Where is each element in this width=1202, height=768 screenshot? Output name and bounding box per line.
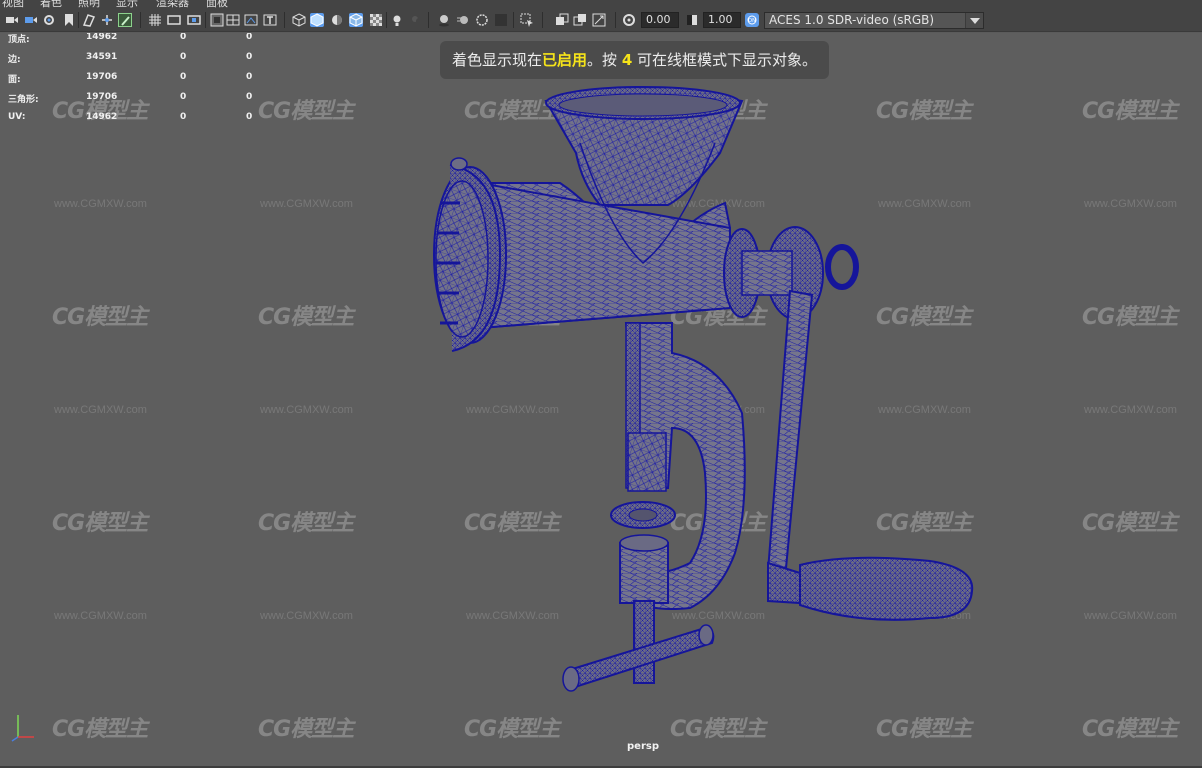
panel-toolbar: 0.00 1.00 ON ACES 1.0 SDR-video (sRGB)	[0, 8, 1202, 32]
crank-handle	[799, 556, 974, 621]
camera-attributes-icon[interactable]	[24, 13, 38, 27]
color-space-dropdown[interactable]: ACES 1.0 SDR-video (sRGB)	[764, 12, 984, 29]
screen-space-ao-icon[interactable]	[437, 13, 451, 27]
grease-pencil-icon[interactable]	[118, 13, 132, 27]
svg-text:ON: ON	[748, 18, 756, 24]
hud-row-faces: 面: 19706 0 0	[8, 72, 253, 85]
wireframe-icon[interactable]	[292, 13, 306, 27]
menu-item-shading[interactable]: 着色	[40, 0, 62, 8]
hud-row-vertices: 顶点: 14962 0 0	[8, 33, 253, 45]
resolution-gate-icon[interactable]	[187, 13, 201, 27]
clamp-screw	[633, 600, 655, 684]
hud-row-edges: 边: 34591 0 0	[8, 52, 253, 65]
depth-of-field-icon[interactable]	[494, 13, 508, 27]
image-plane-icon[interactable]	[82, 13, 96, 27]
shadows-icon[interactable]	[410, 13, 424, 27]
chevron-down-icon[interactable]	[965, 13, 983, 28]
safe-action-icon[interactable]	[244, 13, 258, 27]
menu-item-panels[interactable]: 面板	[206, 0, 228, 8]
crank-eye	[825, 244, 859, 290]
grid-icon[interactable]	[148, 13, 162, 27]
bookmark-icon[interactable]	[62, 13, 76, 27]
in-view-message: 着色显示现在已启用。按 4 可在线框模式下显示对象。	[440, 41, 830, 79]
menu-item-renderer[interactable]: 渲染器	[156, 0, 189, 8]
film-gate-icon[interactable]	[167, 13, 181, 27]
gate-mask-icon[interactable]	[210, 13, 224, 27]
hopper-mouth	[558, 93, 728, 117]
exposure-field[interactable]: 0.00	[641, 12, 679, 28]
menu-item-show[interactable]: 显示	[116, 0, 138, 8]
menu-bar: 视图 着色 照明 显示 渲染器 面板	[0, 0, 1202, 8]
exposure-icon[interactable]	[622, 13, 636, 27]
camera-scale-icon[interactable]	[592, 13, 606, 27]
xray-icon[interactable]	[369, 13, 383, 27]
safe-title-icon[interactable]	[263, 13, 277, 27]
motion-blur-icon[interactable]	[456, 13, 470, 27]
xray-joints-icon[interactable]	[555, 13, 569, 27]
xray-active-icon[interactable]	[573, 13, 587, 27]
field-chart-icon[interactable]	[226, 13, 240, 27]
hud-row-triangles: 三角形: 19706 0 0	[8, 92, 253, 105]
menu-item-view[interactable]: 视图	[2, 0, 24, 8]
viewport-persp[interactable]: CG模型主 CG模型主 CG模型主 CG模型主 CG模型主 CG模型主 CG模型主 CG模型主…	[0, 33, 1202, 768]
isolate-select-icon[interactable]	[520, 13, 534, 27]
use-lights-icon[interactable]	[390, 13, 404, 27]
camera-tumble-icon[interactable]	[42, 13, 56, 27]
camera-icon[interactable]	[5, 13, 19, 27]
menu-item-lighting[interactable]: 照明	[78, 0, 100, 8]
multisample-aa-icon[interactable]	[475, 13, 489, 27]
wireframe-on-shaded-icon[interactable]	[349, 13, 363, 27]
camera-name-label: persp	[627, 741, 659, 752]
color-management-icon[interactable]: ON	[745, 13, 759, 27]
axis-gizmo	[11, 715, 34, 742]
two-d-pan-icon[interactable]	[100, 13, 114, 27]
gamma-icon[interactable]	[685, 13, 699, 27]
crank-arm	[766, 289, 814, 573]
gamma-field[interactable]: 1.00	[703, 12, 741, 28]
hud-row-uvs: UV: 14962 0 0	[8, 112, 253, 122]
meat-grinder-model[interactable]	[0, 33, 1202, 768]
poly-count-hud: 顶点: 14962 0 0 边: 34591 0 0 面: 19706 0 0 …	[6, 33, 266, 130]
smooth-shade-icon[interactable]	[310, 13, 324, 27]
default-material-icon[interactable]	[330, 13, 344, 27]
color-space-value: ACES 1.0 SDR-video (sRGB)	[769, 13, 935, 27]
